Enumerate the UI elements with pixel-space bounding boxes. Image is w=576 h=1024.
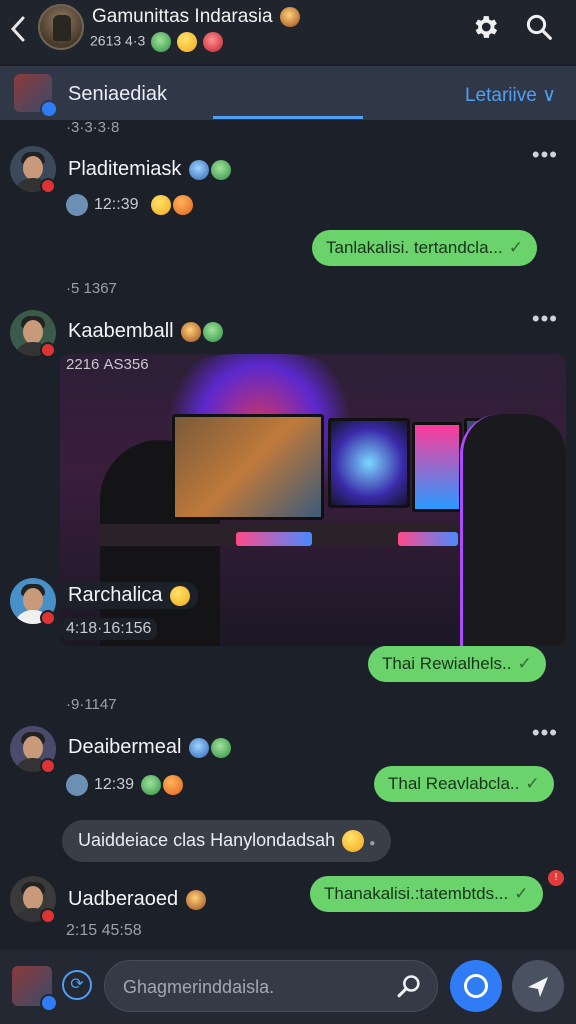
channel-logo[interactable] bbox=[12, 966, 58, 1012]
check-icon: ✓ bbox=[517, 654, 532, 673]
sync-button[interactable]: ⟳ bbox=[62, 970, 92, 1000]
incoming-message[interactable]: Uaiddeiace clas Hanylondadsah ● bbox=[62, 820, 392, 863]
emoji-icon bbox=[140, 775, 161, 795]
send-icon bbox=[528, 977, 548, 997]
avatar-mini-icon bbox=[66, 774, 88, 796]
sender-name[interactable]: Pladitemiask bbox=[68, 158, 231, 181]
monitor bbox=[412, 422, 462, 512]
message-meta: 2:15 45:58 bbox=[66, 922, 142, 939]
error-icon[interactable]: ! bbox=[546, 868, 566, 888]
status-badge bbox=[40, 908, 56, 924]
status-badge bbox=[40, 342, 56, 358]
channel-logo[interactable] bbox=[14, 74, 58, 118]
send-button[interactable] bbox=[512, 960, 564, 1012]
monitor bbox=[328, 418, 410, 508]
emoji-icon bbox=[202, 32, 223, 52]
emoji-icon bbox=[151, 32, 172, 52]
message-meta: 4:18·16:156 bbox=[60, 618, 158, 640]
refresh-icon: ⟳ bbox=[70, 976, 84, 993]
emoji-icon bbox=[185, 889, 206, 910]
verified-badge-icon bbox=[40, 100, 58, 118]
chat-subtitle: 2613 4·3 bbox=[90, 32, 223, 52]
emoji-icon bbox=[150, 195, 171, 215]
avatar-mini-icon bbox=[66, 194, 88, 216]
chat-header: Gamunittas Indarasia 2613 4·3 bbox=[0, 0, 576, 64]
message-input[interactable] bbox=[123, 973, 393, 1001]
status-badge bbox=[40, 178, 56, 194]
emoji-icon bbox=[210, 737, 231, 758]
tab-current[interactable]: Seniaediak bbox=[68, 83, 167, 106]
emoji-icon bbox=[188, 737, 209, 758]
outgoing-message[interactable]: Thanakalisi.:tatembtds... ✓ bbox=[310, 876, 543, 912]
timestamp: ·5 1367 bbox=[66, 280, 117, 297]
check-icon: ✓ bbox=[525, 774, 540, 793]
emoji-icon bbox=[342, 830, 365, 853]
monitor bbox=[172, 414, 324, 520]
emoji-icon bbox=[181, 321, 202, 342]
composer-bar: ⟳ bbox=[0, 950, 576, 1024]
search-icon[interactable] bbox=[395, 973, 423, 1001]
back-button[interactable] bbox=[8, 14, 32, 46]
check-icon: ✓ bbox=[514, 884, 529, 903]
chat-title[interactable]: Gamunittas Indarasia bbox=[92, 6, 300, 28]
emoji-icon bbox=[177, 32, 198, 52]
tab-dropdown[interactable]: Letariive ∨ bbox=[465, 84, 556, 107]
record-icon bbox=[464, 974, 488, 998]
more-options-icon[interactable]: ••• bbox=[532, 142, 558, 168]
channel-tabbar: Seniaediak Letariive ∨ bbox=[0, 66, 576, 120]
more-options-icon[interactable]: ••• bbox=[532, 720, 558, 746]
outgoing-message[interactable]: Thai Rewialhels.. ✓ bbox=[368, 646, 546, 682]
message-meta: 12::39 bbox=[66, 194, 193, 216]
emoji-icon bbox=[172, 195, 193, 215]
sender-name[interactable]: Deaibermeal bbox=[68, 736, 231, 759]
status-badge bbox=[40, 610, 56, 626]
emoji-icon bbox=[162, 775, 183, 795]
emoji-icon bbox=[170, 585, 191, 606]
status-badge bbox=[40, 758, 56, 774]
message-feed[interactable]: ·3·3·3·8 Pladitemiask ••• 12::39 Tanlaka… bbox=[0, 120, 576, 948]
sparkle-icon bbox=[279, 6, 300, 27]
emoji-icon bbox=[203, 321, 224, 342]
outgoing-message[interactable]: Thal Reavlabcla.. ✓ bbox=[374, 766, 554, 802]
verified-badge-icon bbox=[40, 994, 58, 1012]
photo-timestamp: 2216 AS356 bbox=[66, 356, 149, 373]
check-icon: ✓ bbox=[508, 238, 523, 257]
message-input-wrapper bbox=[104, 960, 438, 1012]
search-button[interactable] bbox=[524, 12, 554, 42]
tab-indicator bbox=[213, 116, 363, 119]
message-meta: 12:39 bbox=[66, 774, 183, 796]
sender-name[interactable]: Rarchalica bbox=[60, 582, 199, 609]
search-icon bbox=[526, 14, 552, 40]
voice-button[interactable] bbox=[450, 960, 502, 1012]
gear-icon bbox=[475, 16, 498, 38]
emoji-icon bbox=[188, 159, 209, 180]
more-options-icon[interactable]: ••• bbox=[532, 306, 558, 332]
emoji-icon bbox=[210, 159, 231, 180]
chevron-left-icon bbox=[10, 16, 25, 42]
group-avatar[interactable] bbox=[38, 4, 84, 50]
sender-name[interactable]: Uadberaoed bbox=[68, 888, 206, 911]
outgoing-message[interactable]: Tanlakalisi. tertandcla... ✓ bbox=[312, 230, 537, 266]
timestamp: ·9·1147 bbox=[66, 696, 117, 713]
timestamp: ·3·3·3·8 bbox=[66, 120, 120, 136]
sender-name[interactable]: Kaabemball bbox=[68, 320, 224, 343]
settings-button[interactable] bbox=[470, 12, 500, 42]
read-dot-icon: ● bbox=[369, 838, 376, 849]
